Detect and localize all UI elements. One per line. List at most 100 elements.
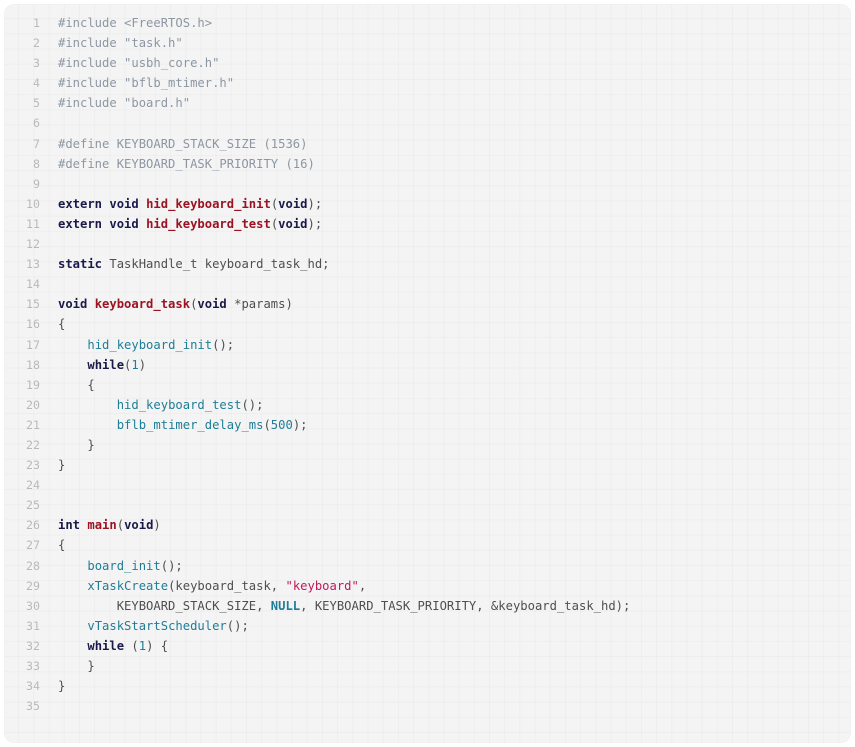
code-token: 1 xyxy=(138,638,147,653)
code-token: ) xyxy=(138,357,147,372)
code-listing[interactable]: 1 #include <FreeRTOS.h> 2 #include "task.h"… xyxy=(4,13,851,716)
code-line-source: #include "board.h" xyxy=(58,96,190,110)
line-number: 7 xyxy=(33,136,40,151)
code-token: (keyboard_task, xyxy=(168,578,286,593)
code-line: 8 #define KEYBOARD_TASK_PRIORITY (16) xyxy=(4,154,851,174)
code-token: ) { xyxy=(146,638,169,653)
code-token: #include "usbh_core.h" xyxy=(58,56,220,71)
code-line: 28 board_init(); xyxy=(4,556,851,576)
code-line: 33 } xyxy=(4,656,851,676)
code-line-source: xTaskCreate(keyboard_task, "keyboard", xyxy=(58,579,366,593)
code-token: main xyxy=(87,518,117,533)
code-line: 19 { xyxy=(4,375,851,395)
code-token: , xyxy=(358,578,367,593)
line-number: 19 xyxy=(26,377,40,392)
code-token: board_init xyxy=(87,558,161,573)
code-line-source: } xyxy=(58,659,95,673)
code-token: void xyxy=(58,297,95,312)
code-token: , KEYBOARD_TASK_PRIORITY, &keyboard_task… xyxy=(300,598,631,613)
line-number: 21 xyxy=(26,417,40,432)
line-number: 11 xyxy=(26,216,40,231)
code-line: 21 bflb_mtimer_delay_ms(500); xyxy=(4,415,851,435)
code-token: "keyboard" xyxy=(285,578,359,593)
code-token: { xyxy=(58,377,95,392)
code-token: hid_keyboard_test xyxy=(116,397,242,412)
code-token: keyboard_task xyxy=(94,297,191,312)
code-token: { xyxy=(58,317,66,332)
code-line: 24 xyxy=(4,475,851,495)
code-token: } xyxy=(58,437,95,452)
line-number: 1 xyxy=(33,16,40,30)
line-number: 15 xyxy=(26,297,40,312)
code-token: ( xyxy=(263,417,271,432)
line-number: 20 xyxy=(26,397,40,412)
line-number: 12 xyxy=(26,237,40,252)
code-line-source: #include <FreeRTOS.h> xyxy=(58,16,212,30)
code-token: 1 xyxy=(131,357,139,372)
line-number: 16 xyxy=(26,317,40,332)
code-line-source: static TaskHandle_t keyboard_task_hd; xyxy=(58,257,330,271)
code-line-source: #include "bflb_mtimer.h" xyxy=(58,76,234,90)
code-line-source: } xyxy=(58,458,65,472)
code-line: 26 int main(void) xyxy=(4,515,851,535)
code-token: } xyxy=(58,659,95,673)
code-token: void xyxy=(124,518,154,533)
line-number: 18 xyxy=(26,357,40,372)
line-number: 14 xyxy=(26,277,40,292)
line-number: 35 xyxy=(26,699,40,714)
code-line-source: { xyxy=(58,377,95,392)
code-line-source: hid_keyboard_test(); xyxy=(58,397,264,412)
line-number: 29 xyxy=(26,578,40,593)
code-token: xTaskCreate xyxy=(87,578,169,593)
line-number: 31 xyxy=(26,618,40,633)
code-line-source: extern void hid_keyboard_test(void); xyxy=(58,217,322,231)
code-line-source: } xyxy=(58,437,95,452)
code-token: void xyxy=(197,297,227,312)
code-token: 500 xyxy=(270,417,293,432)
code-token: KEYBOARD_STACK_SIZE, xyxy=(58,598,271,613)
line-number: 17 xyxy=(26,337,40,352)
line-number: 22 xyxy=(26,437,40,452)
code-line: 20 hid_keyboard_test(); xyxy=(4,395,851,415)
code-line: 5 #include "board.h" xyxy=(4,93,851,113)
code-line: 14 xyxy=(4,274,851,294)
code-line: 2 #include "task.h" xyxy=(4,33,851,53)
line-number: 34 xyxy=(26,679,40,694)
code-token: #include "task.h" xyxy=(58,36,183,51)
line-number: 13 xyxy=(26,257,40,272)
code-token: (); xyxy=(160,558,183,573)
code-token: while xyxy=(87,357,125,372)
code-token: } xyxy=(58,458,66,473)
code-token: while xyxy=(87,638,125,653)
code-line: 6 xyxy=(4,113,851,133)
code-token: (); xyxy=(226,618,249,633)
code-line: 27 { xyxy=(4,535,851,555)
code-line: 25 xyxy=(4,495,851,515)
code-line: 3 #include "usbh_core.h" xyxy=(4,53,851,73)
code-token: extern void xyxy=(58,196,147,211)
code-token: ); xyxy=(307,216,323,231)
line-number: 5 xyxy=(33,96,40,111)
code-line: 29 xTaskCreate(keyboard_task, "keyboard"… xyxy=(4,576,851,596)
line-number: 33 xyxy=(26,659,40,673)
code-line-source: #include "task.h" xyxy=(58,36,183,50)
code-line-source: while (1) { xyxy=(58,639,168,653)
code-token: TaskHandle_t keyboard_task_hd; xyxy=(102,257,330,272)
code-token: ); xyxy=(292,417,308,432)
code-token: ( xyxy=(124,638,139,653)
code-token: } xyxy=(58,679,66,694)
code-token: { xyxy=(58,538,66,553)
code-token: bflb_mtimer_delay_ms xyxy=(116,417,264,432)
code-line-source: { xyxy=(58,317,65,331)
code-line-source: vTaskStartScheduler(); xyxy=(58,618,249,633)
code-token: #define KEYBOARD_TASK_PRIORITY (16) xyxy=(58,156,315,171)
code-line: 23} xyxy=(4,455,851,475)
code-token: #include <FreeRTOS.h> xyxy=(58,16,213,30)
line-number: 3 xyxy=(33,56,40,71)
code-line-source: hid_keyboard_init(); xyxy=(58,338,234,352)
code-line: 35 xyxy=(4,696,851,716)
